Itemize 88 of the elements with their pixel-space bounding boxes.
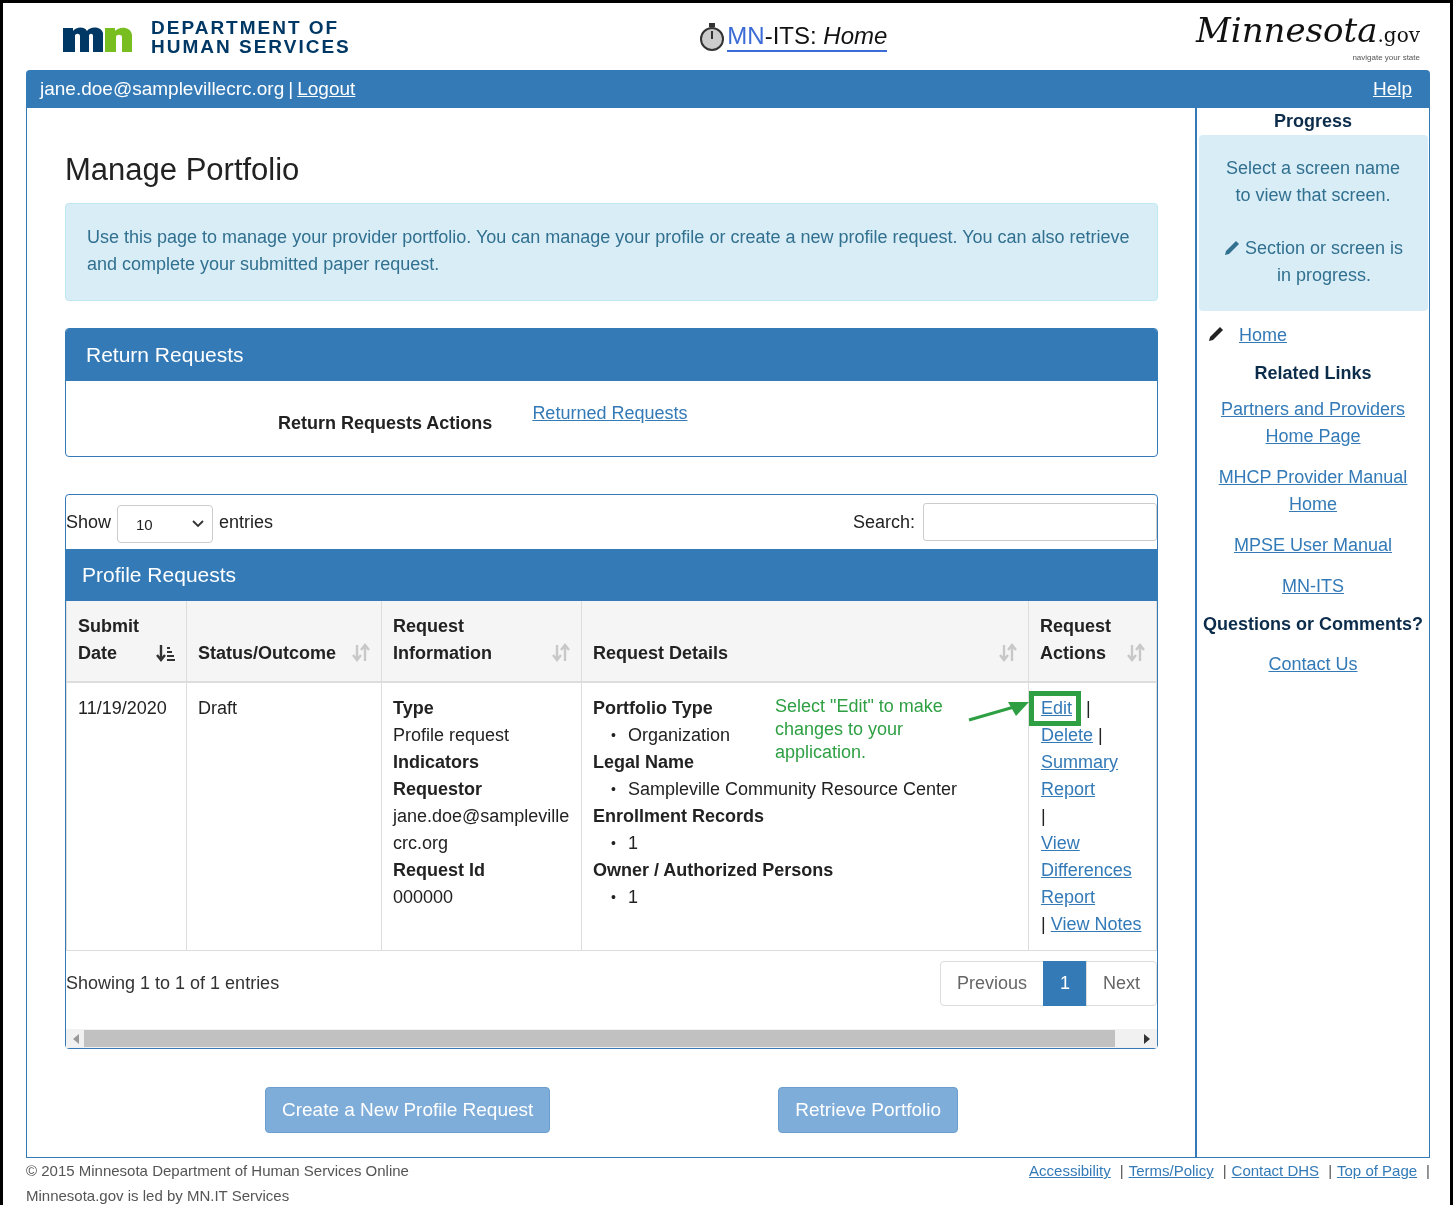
separator: | [1119,1162,1124,1181]
entries-summary: Showing 1 to 1 of 1 entries [66,972,280,994]
stopwatch-icon [699,21,726,52]
return-actions-label: Return Requests Actions [278,413,493,434]
column-header[interactable]: Submit Date [66,601,187,683]
related-link[interactable]: MN-ITS [1282,573,1344,600]
field-label: Indicators [393,751,480,774]
state-tagline: navigate your state [1352,52,1420,62]
field-label: Requestor [393,778,482,801]
column-header[interactable]: Request Actions [1029,601,1157,683]
section-title: Questions or Comments? [1203,614,1423,635]
page-button[interactable]: 1 [1042,960,1087,1006]
separator: | [1098,725,1103,745]
copyright-text: © 2015 Minnesota Department of Human Services Online [26,1162,409,1179]
separator: | [1086,698,1091,718]
field-value: 000000 [393,886,454,909]
separator: | [1041,914,1046,934]
separator: | [1426,1162,1430,1181]
scroll-left-icon [72,1033,80,1044]
state-logo: Minnesota.gov [1196,11,1420,52]
agency-name: HUMAN SERVICES [151,36,351,56]
table-cell: Draft [187,683,382,950]
field-label: Enrollment Records [593,805,765,828]
page-size-select[interactable]: 10 [117,505,214,543]
search-field[interactable] [923,503,1157,541]
page-button[interactable]: Previous [939,960,1044,1006]
related-link[interactable]: MPSE User Manual [1233,532,1393,559]
action-link[interactable]: Summary Report [1041,749,1141,803]
field-label: Portfolio Type [593,697,713,720]
footer-link[interactable]: Terms/Policy [1128,1162,1218,1204]
contact-link[interactable]: Contact Us [1268,651,1358,678]
footer-link[interactable]: Contact DHS [1231,1162,1324,1204]
app-title[interactable]: MN-ITS: Home [727,21,888,52]
bullet: • [611,726,616,745]
field-value: Profile request [393,724,510,747]
field-value: jane.doe@samplevillecrc.org [393,805,570,855]
action-link[interactable]: View Differences Report [1041,830,1141,911]
field-label: Type [393,697,434,720]
field-label: Legal Name [593,751,695,774]
page-button[interactable]: Next [1086,960,1157,1006]
column-header[interactable]: Status/Outcome [187,601,382,683]
bullet: • [611,780,616,799]
separator: | [288,78,294,100]
field-value: 1 [627,832,638,855]
pencil-icon [1222,239,1241,257]
field-value: 1 [627,886,638,909]
returned-requests-link[interactable]: Returned Requests [532,403,688,424]
action-link[interactable]: View Notes [1050,911,1142,938]
scroll-right-icon [1143,1033,1151,1044]
related-link[interactable]: MHCP Provider Manual Home [1197,464,1429,518]
table-cell: 11/19/2020 [66,683,187,950]
page-title: Manage Portfolio [65,152,301,188]
section-title: Related Links [1254,363,1372,384]
bullet: • [611,834,616,853]
table-title: Profile Requests [82,563,237,586]
related-link[interactable]: Partners and Providers Home Page [1197,396,1429,450]
search-label: Search: [852,511,915,533]
separator: | [1041,806,1046,826]
user-email: jane.doe@samplevillecrc.org [40,78,285,100]
footer-note: Minnesota.gov is led by MN.IT Services [26,1187,291,1204]
info-message: Use this page to manage your provider portfolio. You can manage your profile or create a new profile request. You can also retrieve and complete your submitted paper request. [65,203,1158,301]
bullet: • [611,888,616,907]
footer-link[interactable]: Accessibility [1029,1162,1115,1204]
progress-link[interactable]: Home [1239,325,1287,346]
footer-link[interactable]: Top of Page [1337,1162,1422,1204]
action-link[interactable]: Edit [1041,698,1073,718]
pencil-icon [1207,325,1225,343]
annotation-note: Select "Edit" to make changes to your application. [775,695,944,764]
field-label: Request Id [393,859,485,882]
field-value: Organization [627,724,730,747]
action-link[interactable]: Delete [1041,722,1094,749]
chevron-down-icon [192,520,205,528]
legend-text: Section or screen is in progress. [1244,237,1404,287]
field-label: Owner / Authorized Persons [593,859,834,882]
hint-text: Select a screen name to view that screen. [1224,157,1402,207]
scrollbar[interactable] [66,1029,1157,1048]
logout-link[interactable]: Logout [297,78,356,100]
separator: | [1328,1162,1333,1181]
help-link[interactable]: Help [1372,78,1412,100]
agency-name: DEPARTMENT OF [151,17,341,37]
show-label: Show [66,511,112,533]
column-header[interactable]: Request Information [382,601,582,683]
separator: | [1222,1162,1227,1181]
panel-title: Return Requests [86,343,244,366]
entries-label: entries [219,511,274,533]
sidebar-title: Progress [1273,111,1352,132]
column-header[interactable]: Request Details [582,601,1029,683]
field-value: Sampleville Community Resource Center [627,778,958,801]
